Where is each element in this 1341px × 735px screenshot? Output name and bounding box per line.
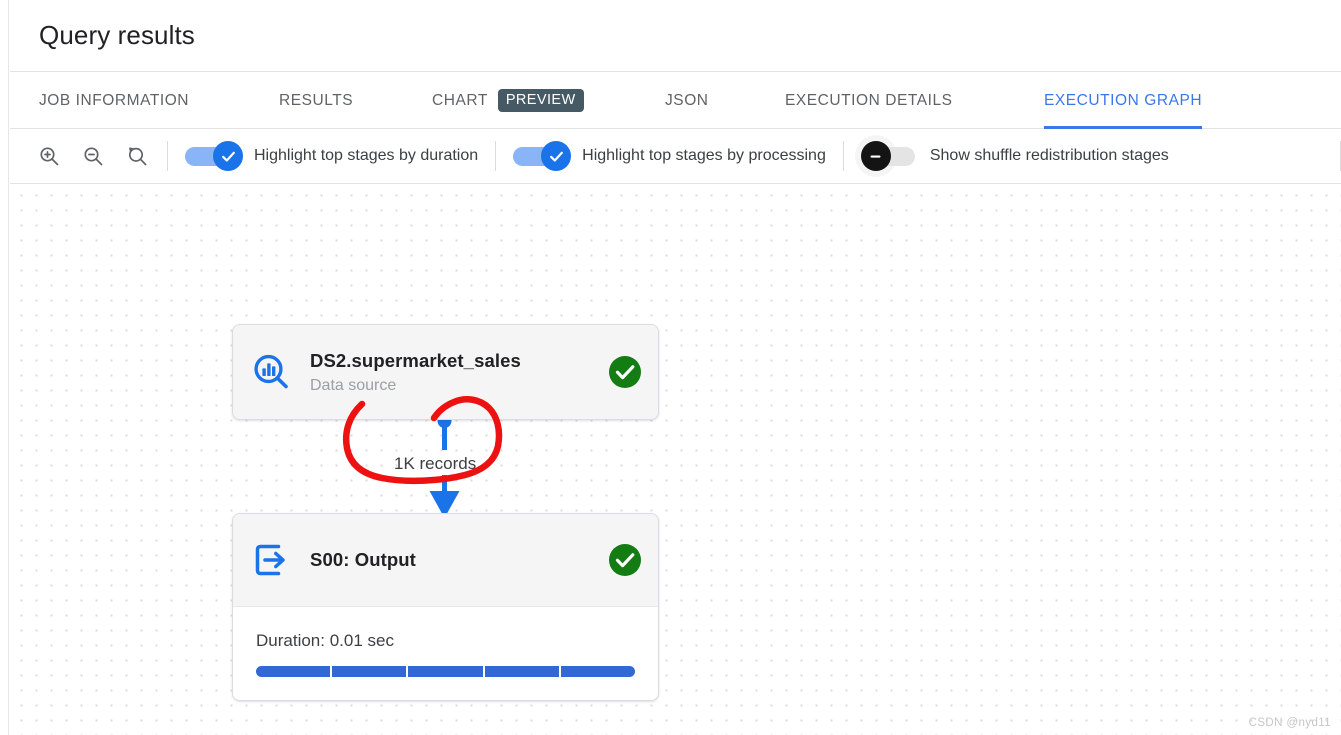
tab-label: EXECUTION GRAPH xyxy=(1044,91,1203,109)
toolbar-divider xyxy=(495,141,497,171)
zoom-out-icon[interactable] xyxy=(80,143,106,169)
panel-left-edge xyxy=(0,0,9,735)
tab-results[interactable]: RESULTS xyxy=(279,72,353,129)
tab-label: EXECUTION DETAILS xyxy=(785,91,953,109)
toggle-knob xyxy=(541,141,572,171)
edge-label-records: 1K records xyxy=(394,454,477,473)
tab-label: RESULTS xyxy=(279,91,354,109)
page-title: Query results xyxy=(39,20,195,50)
progress-segment xyxy=(408,666,483,677)
toolbar-divider xyxy=(167,141,168,171)
preview-badge: PREVIEW xyxy=(497,88,584,113)
toggle-switch[interactable] xyxy=(185,141,243,171)
toggle-switch[interactable] xyxy=(513,141,572,171)
tab-label: CHART xyxy=(432,91,488,109)
tab-json[interactable]: JSON xyxy=(665,72,709,129)
zoom-in-icon[interactable] xyxy=(36,143,62,169)
node-title: DS2.supermarket_sales xyxy=(310,349,521,371)
toggle-knob xyxy=(213,141,243,171)
page-header: Query results xyxy=(10,0,1341,72)
zoom-controls xyxy=(36,143,150,169)
toggle-label: Highlight top stages by processing xyxy=(582,147,826,164)
toggle-highlight-duration[interactable]: Highlight top stages by duration xyxy=(185,141,478,171)
tab-chart[interactable]: CHART PREVIEW xyxy=(432,72,584,129)
toggle-label: Highlight top stages by duration xyxy=(254,147,479,164)
node-title: S00: Output xyxy=(310,549,416,571)
zoom-reset-icon[interactable] xyxy=(124,143,150,169)
minus-icon xyxy=(870,155,881,158)
tab-label: JSON xyxy=(665,91,709,109)
graph-edge-arrow xyxy=(429,414,460,519)
node-text-block: DS2.supermarket_sales Data source xyxy=(310,349,608,395)
node-subtitle: Data source xyxy=(310,376,397,394)
progress-segment xyxy=(256,666,331,677)
graph-node-output[interactable]: S00: Output Duration: 0.01 sec xyxy=(232,513,659,701)
node-duration-label: Duration: 0.01 sec xyxy=(256,631,394,650)
check-icon xyxy=(221,151,235,162)
green-check-circle-icon xyxy=(608,543,642,577)
green-check-circle-icon xyxy=(608,355,642,389)
toggle-highlight-processing[interactable]: Highlight top stages by processing xyxy=(513,141,826,171)
toggle-label: Show shuffle redistribution stages xyxy=(929,147,1169,164)
node-text-block: S00: Output xyxy=(310,548,608,571)
tab-label: JOB INFORMATION xyxy=(39,91,190,109)
toolbar-divider xyxy=(842,141,844,171)
node-progress-bar xyxy=(256,666,636,677)
node-header: DS2.supermarket_sales Data source xyxy=(233,325,658,419)
tab-execution-graph[interactable]: EXECUTION GRAPH xyxy=(1044,72,1203,129)
query-results-page: Query results JOB INFORMATION RESULTS CH… xyxy=(0,0,1341,735)
progress-segment xyxy=(332,666,407,677)
toggle-show-shuffle-stages[interactable]: Show shuffle redistribution stages xyxy=(854,135,1169,177)
graph-node-data-source[interactable]: DS2.supermarket_sales Data source xyxy=(232,324,659,420)
tab-job-information[interactable]: JOB INFORMATION xyxy=(39,72,189,129)
tab-bar: JOB INFORMATION RESULTS CHART PREVIEW JS… xyxy=(10,72,1341,129)
graph-toolbar: Highlight top stages by duration Highlig… xyxy=(10,129,1341,184)
check-icon xyxy=(549,151,563,162)
watermark: CSDN @nyd11 xyxy=(1248,717,1331,729)
node-body: Duration: 0.01 sec xyxy=(233,606,658,700)
node-header: S00: Output xyxy=(233,514,658,606)
progress-segment xyxy=(484,666,559,677)
toggle-switch[interactable] xyxy=(854,135,919,177)
toggle-knob xyxy=(860,141,891,171)
execution-graph-canvas[interactable]: 1K records DS2.supermarket_sales Data so… xyxy=(10,184,1341,735)
data-source-search-icon xyxy=(250,351,292,393)
output-arrow-icon xyxy=(250,539,292,581)
tab-execution-details[interactable]: EXECUTION DETAILS xyxy=(785,72,953,129)
progress-segment xyxy=(560,666,636,677)
